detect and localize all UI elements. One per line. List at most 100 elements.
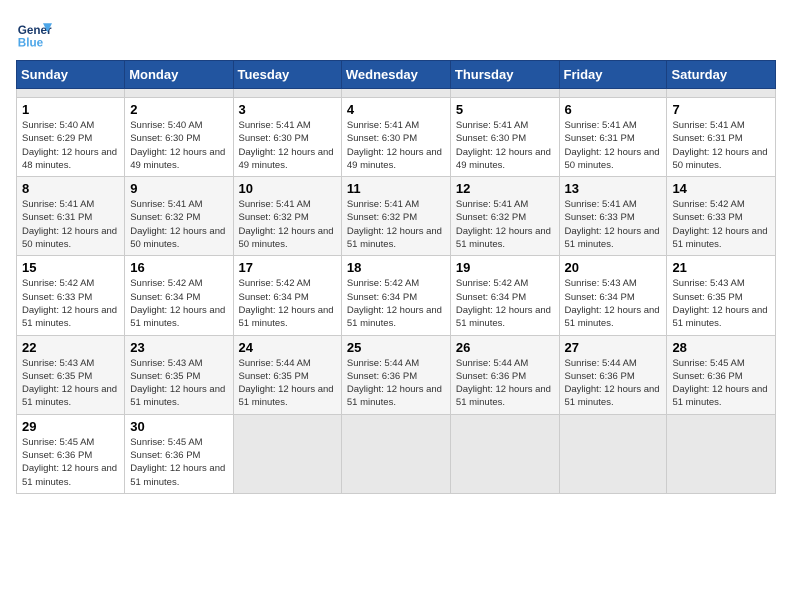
calendar-cell: 22 Sunrise: 5:43 AMSunset: 6:35 PMDayligh… — [17, 335, 125, 414]
header-saturday: Saturday — [667, 61, 776, 89]
day-info: Sunrise: 5:43 AMSunset: 6:35 PMDaylight:… — [22, 357, 119, 410]
day-number: 3 — [239, 102, 336, 117]
day-number: 18 — [347, 260, 445, 275]
day-number: 8 — [22, 181, 119, 196]
calendar-cell: 7 Sunrise: 5:41 AMSunset: 6:31 PMDaylight… — [667, 98, 776, 177]
calendar-cell: 16 Sunrise: 5:42 AMSunset: 6:34 PMDayligh… — [125, 256, 233, 335]
calendar-cell: 12Sunrise: 5:41 AMSunset: 6:32 PMDayligh… — [450, 177, 559, 256]
calendar-week-2: 8 Sunrise: 5:41 AMSunset: 6:31 PMDaylight… — [17, 177, 776, 256]
day-number: 27 — [565, 340, 662, 355]
calendar-cell: 3 Sunrise: 5:41 AMSunset: 6:30 PMDaylight… — [233, 98, 341, 177]
day-info: Sunrise: 5:42 AMSunset: 6:34 PMDaylight:… — [456, 277, 554, 330]
day-number: 21 — [672, 260, 770, 275]
calendar: SundayMondayTuesdayWednesdayThursdayFrid… — [16, 60, 776, 494]
day-number: 1 — [22, 102, 119, 117]
day-number: 9 — [130, 181, 227, 196]
calendar-cell: 21 Sunrise: 5:43 AMSunset: 6:35 PMDayligh… — [667, 256, 776, 335]
calendar-cell — [17, 89, 125, 98]
day-info: Sunrise: 5:43 AMSunset: 6:34 PMDaylight:… — [565, 277, 662, 330]
day-info: Sunrise: 5:41 AMSunset: 6:31 PMDaylight:… — [565, 119, 662, 172]
calendar-cell: 13 Sunrise: 5:41 AMSunset: 6:33 PMDayligh… — [559, 177, 667, 256]
header: General Blue — [16, 16, 776, 52]
day-info: Sunrise: 5:43 AMSunset: 6:35 PMDaylight:… — [672, 277, 770, 330]
day-info: Sunrise: 5:43 AMSunset: 6:35 PMDaylight:… — [130, 357, 227, 410]
day-info: Sunrise: 5:42 AMSunset: 6:34 PMDaylight:… — [130, 277, 227, 330]
calendar-cell: 27 Sunrise: 5:44 AMSunset: 6:36 PMDayligh… — [559, 335, 667, 414]
calendar-cell: 23 Sunrise: 5:43 AMSunset: 6:35 PMDayligh… — [125, 335, 233, 414]
day-info: Sunrise: 5:44 AMSunset: 6:36 PMDaylight:… — [347, 357, 445, 410]
day-info: Sunrise: 5:44 AMSunset: 6:36 PMDaylight:… — [456, 357, 554, 410]
day-info: Sunrise: 5:45 AMSunset: 6:36 PMDaylight:… — [130, 436, 227, 489]
calendar-cell — [450, 414, 559, 493]
calendar-cell — [450, 89, 559, 98]
calendar-cell: 6 Sunrise: 5:41 AMSunset: 6:31 PMDaylight… — [559, 98, 667, 177]
calendar-cell: 28 Sunrise: 5:45 AMSunset: 6:36 PMDayligh… — [667, 335, 776, 414]
header-thursday: Thursday — [450, 61, 559, 89]
calendar-header-row: SundayMondayTuesdayWednesdayThursdayFrid… — [17, 61, 776, 89]
calendar-cell: 20Sunrise: 5:43 AMSunset: 6:34 PMDayligh… — [559, 256, 667, 335]
calendar-week-5: 29 Sunrise: 5:45 AMSunset: 6:36 PMDayligh… — [17, 414, 776, 493]
day-number: 5 — [456, 102, 554, 117]
day-number: 30 — [130, 419, 227, 434]
day-info: Sunrise: 5:42 AMSunset: 6:33 PMDaylight:… — [672, 198, 770, 251]
calendar-week-1: 1 Sunrise: 5:40 AMSunset: 6:29 PMDaylight… — [17, 98, 776, 177]
day-number: 29 — [22, 419, 119, 434]
header-monday: Monday — [125, 61, 233, 89]
day-number: 13 — [565, 181, 662, 196]
day-info: Sunrise: 5:42 AMSunset: 6:33 PMDaylight:… — [22, 277, 119, 330]
calendar-cell: 14 Sunrise: 5:42 AMSunset: 6:33 PMDayligh… — [667, 177, 776, 256]
day-number: 28 — [672, 340, 770, 355]
calendar-cell: 19Sunrise: 5:42 AMSunset: 6:34 PMDayligh… — [450, 256, 559, 335]
calendar-cell: 30 Sunrise: 5:45 AMSunset: 6:36 PMDayligh… — [125, 414, 233, 493]
calendar-cell — [559, 414, 667, 493]
calendar-cell — [233, 414, 341, 493]
day-info: Sunrise: 5:44 AMSunset: 6:36 PMDaylight:… — [565, 357, 662, 410]
day-number: 17 — [239, 260, 336, 275]
calendar-cell: 11Sunrise: 5:41 AMSunset: 6:32 PMDayligh… — [341, 177, 450, 256]
calendar-cell — [341, 414, 450, 493]
day-number: 16 — [130, 260, 227, 275]
day-number: 2 — [130, 102, 227, 117]
calendar-cell — [559, 89, 667, 98]
day-number: 26 — [456, 340, 554, 355]
calendar-week-0 — [17, 89, 776, 98]
logo: General Blue — [16, 16, 52, 52]
calendar-week-3: 15Sunrise: 5:42 AMSunset: 6:33 PMDayligh… — [17, 256, 776, 335]
calendar-cell: 9 Sunrise: 5:41 AMSunset: 6:32 PMDaylight… — [125, 177, 233, 256]
calendar-cell: 18Sunrise: 5:42 AMSunset: 6:34 PMDayligh… — [341, 256, 450, 335]
header-sunday: Sunday — [17, 61, 125, 89]
calendar-cell: 8 Sunrise: 5:41 AMSunset: 6:31 PMDaylight… — [17, 177, 125, 256]
day-number: 12 — [456, 181, 554, 196]
day-info: Sunrise: 5:40 AMSunset: 6:29 PMDaylight:… — [22, 119, 119, 172]
calendar-cell — [341, 89, 450, 98]
day-info: Sunrise: 5:41 AMSunset: 6:32 PMDaylight:… — [130, 198, 227, 251]
day-number: 23 — [130, 340, 227, 355]
calendar-cell: 2Sunrise: 5:40 AMSunset: 6:30 PMDaylight… — [125, 98, 233, 177]
day-number: 25 — [347, 340, 445, 355]
day-number: 6 — [565, 102, 662, 117]
calendar-week-4: 22 Sunrise: 5:43 AMSunset: 6:35 PMDayligh… — [17, 335, 776, 414]
calendar-cell: 15Sunrise: 5:42 AMSunset: 6:33 PMDayligh… — [17, 256, 125, 335]
calendar-cell: 17Sunrise: 5:42 AMSunset: 6:34 PMDayligh… — [233, 256, 341, 335]
calendar-cell — [667, 414, 776, 493]
day-info: Sunrise: 5:41 AMSunset: 6:32 PMDaylight:… — [347, 198, 445, 251]
day-number: 14 — [672, 181, 770, 196]
calendar-cell: 26 Sunrise: 5:44 AMSunset: 6:36 PMDayligh… — [450, 335, 559, 414]
calendar-cell: 5Sunrise: 5:41 AMSunset: 6:30 PMDaylight… — [450, 98, 559, 177]
header-tuesday: Tuesday — [233, 61, 341, 89]
day-number: 7 — [672, 102, 770, 117]
day-info: Sunrise: 5:41 AMSunset: 6:30 PMDaylight:… — [239, 119, 336, 172]
calendar-cell: 1 Sunrise: 5:40 AMSunset: 6:29 PMDaylight… — [17, 98, 125, 177]
header-wednesday: Wednesday — [341, 61, 450, 89]
day-info: Sunrise: 5:45 AMSunset: 6:36 PMDaylight:… — [22, 436, 119, 489]
day-number: 10 — [239, 181, 336, 196]
day-info: Sunrise: 5:41 AMSunset: 6:33 PMDaylight:… — [565, 198, 662, 251]
day-info: Sunrise: 5:41 AMSunset: 6:31 PMDaylight:… — [672, 119, 770, 172]
day-info: Sunrise: 5:41 AMSunset: 6:32 PMDaylight:… — [239, 198, 336, 251]
day-number: 22 — [22, 340, 119, 355]
calendar-cell: 29 Sunrise: 5:45 AMSunset: 6:36 PMDayligh… — [17, 414, 125, 493]
calendar-cell — [125, 89, 233, 98]
calendar-cell: 24Sunrise: 5:44 AMSunset: 6:35 PMDayligh… — [233, 335, 341, 414]
day-info: Sunrise: 5:41 AMSunset: 6:31 PMDaylight:… — [22, 198, 119, 251]
day-info: Sunrise: 5:45 AMSunset: 6:36 PMDaylight:… — [672, 357, 770, 410]
